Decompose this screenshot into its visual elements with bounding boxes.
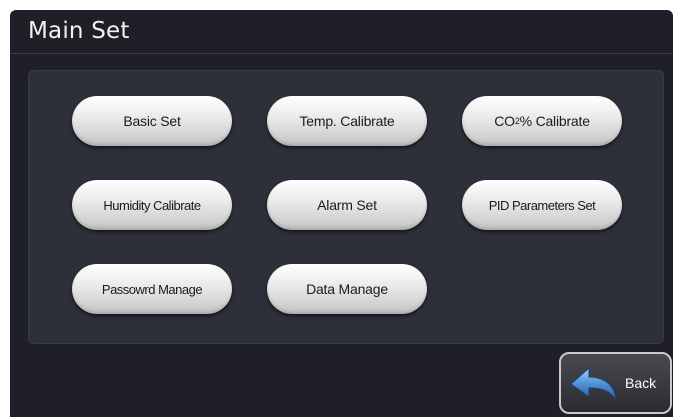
co2-calibrate-button[interactable]: CO 2% Calibrate	[462, 96, 622, 146]
password-manage-button[interactable]: Passowrd Manage	[72, 264, 232, 314]
back-button[interactable]: Back	[559, 352, 672, 414]
temp-calibrate-button[interactable]: Temp. Calibrate	[267, 96, 427, 146]
title-bar: Main Set	[10, 10, 673, 54]
back-label: Back	[625, 375, 657, 391]
basic-set-button[interactable]: Basic Set	[72, 96, 232, 146]
page-title: Main Set	[28, 18, 130, 44]
co2-calibrate-label-prefix: CO	[494, 113, 515, 129]
menu-panel: Basic Set Temp. Calibrate CO 2% Calibrate…	[28, 70, 664, 344]
data-manage-button[interactable]: Data Manage	[267, 264, 427, 314]
back-arrow-icon	[570, 366, 617, 402]
co2-calibrate-label-suffix: % Calibrate	[519, 113, 590, 129]
alarm-set-button[interactable]: Alarm Set	[267, 180, 427, 230]
pid-parameters-set-button[interactable]: PID Parameters Set	[462, 180, 622, 230]
main-set-screen: Main Set Basic Set Temp. Calibrate CO 2% …	[10, 10, 673, 417]
humidity-calibrate-button[interactable]: Humidity Calibrate	[72, 180, 232, 230]
